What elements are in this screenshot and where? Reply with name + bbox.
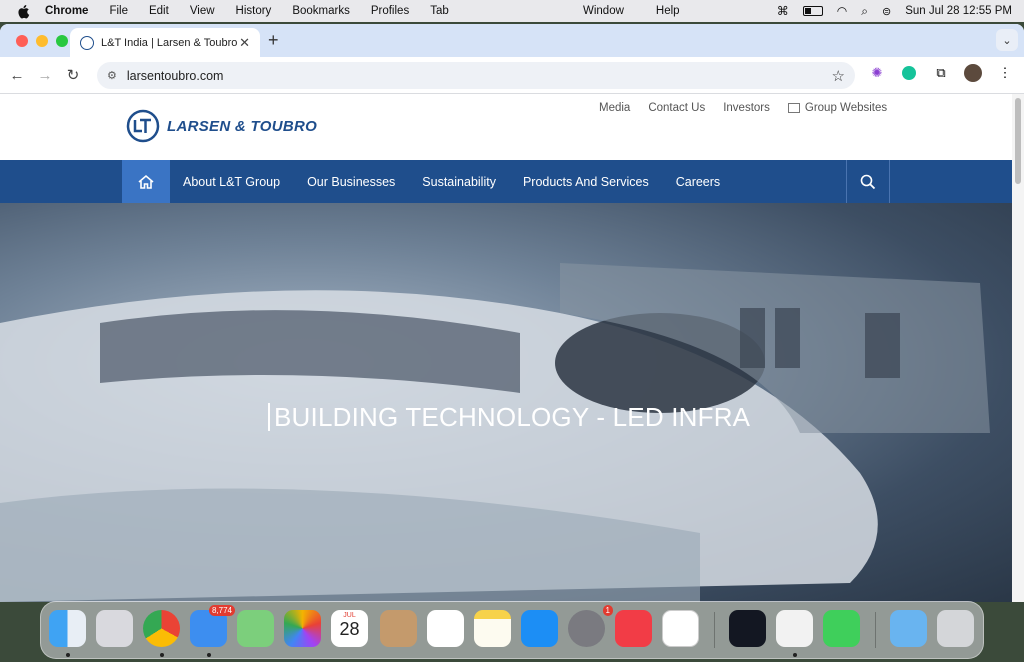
mail-badge: 8,774: [208, 605, 235, 616]
tab-title: L&T India | Larsen & Toubro: [101, 36, 238, 49]
tab-active[interactable]: L&T India | Larsen & Toubro ✕: [70, 28, 260, 57]
launchpad-icon[interactable]: [96, 610, 133, 647]
hero-title: BUILDING TECHNOLOGY - LED INFRA: [268, 403, 750, 431]
lt-logo[interactable]: LARSEN & TOUBRO: [126, 109, 317, 143]
address-bar[interactable]: ⚙ larsentoubro.com ☆: [97, 62, 855, 89]
control-center-icon[interactable]: ⊜: [882, 5, 891, 18]
running-indicator: [160, 653, 164, 657]
menubar-clock[interactable]: Sun Jul 28 12:55 PM: [905, 5, 1012, 17]
home-icon: [138, 174, 154, 189]
menu-bookmarks[interactable]: Bookmarks: [292, 5, 350, 17]
magnifier-icon: [860, 174, 876, 189]
topnav-investors-link[interactable]: Investors: [723, 102, 770, 114]
menu-app-name[interactable]: Chrome: [45, 5, 88, 17]
contacts-icon[interactable]: [380, 610, 417, 647]
dock-separator: [875, 612, 876, 648]
extensions-puzzle-icon[interactable]: ⧉: [932, 64, 950, 82]
nav-products-services[interactable]: Products And Services: [523, 175, 649, 189]
music-icon[interactable]: [615, 610, 652, 647]
system-settings-icon[interactable]: 1: [568, 605, 613, 647]
battery-icon[interactable]: [802, 6, 823, 16]
downloads-folder-icon[interactable]: [890, 610, 927, 647]
menu-bar: Chrome File Edit View History Bookmarks …: [0, 0, 1024, 22]
forward-button[interactable]: →: [31, 67, 59, 84]
app-store-icon[interactable]: [521, 610, 558, 647]
reload-button[interactable]: ↻: [59, 66, 87, 84]
menu-tab[interactable]: Tab: [430, 5, 449, 17]
main-nav: About L&T Group Our Businesses Sustainab…: [0, 160, 1012, 203]
finder-icon[interactable]: [49, 610, 86, 647]
apple-icon[interactable]: [17, 4, 31, 19]
close-tab-icon[interactable]: ✕: [239, 35, 250, 51]
calendar-day: 28: [339, 619, 360, 639]
zoom-window-button[interactable]: [56, 35, 68, 47]
chrome-icon[interactable]: [143, 610, 180, 647]
menu-file[interactable]: File: [109, 5, 128, 17]
logo-wordmark: LARSEN & TOUBRO: [167, 117, 318, 135]
running-indicator: [66, 653, 70, 657]
topnav-contact-link[interactable]: Contact Us: [648, 102, 705, 114]
macos-dock: 8,774 JUL 28 1: [40, 601, 984, 659]
back-button[interactable]: ←: [3, 67, 31, 84]
url-text[interactable]: larsentoubro.com: [127, 69, 224, 83]
list-icon: [787, 103, 800, 113]
profile-avatar[interactable]: [964, 64, 982, 82]
notes-icon[interactable]: [474, 610, 511, 647]
site-info-icon[interactable]: ⚙: [107, 69, 117, 82]
browser-toolbar: ← → ↻ ⚙ larsentoubro.com ☆ ✺ ⧉ ⋮: [0, 57, 1024, 94]
script-editor-icon[interactable]: ⌘: [777, 4, 789, 18]
bookmark-star-icon[interactable]: ☆: [832, 67, 845, 85]
maps-icon[interactable]: [237, 610, 274, 647]
web-page: Media Contact Us Investors Group Website…: [0, 94, 1012, 602]
utility-nav: Media Contact Us Investors Group Website…: [599, 102, 887, 114]
topnav-media-link[interactable]: Media: [599, 102, 630, 114]
site-favicon-icon: [80, 35, 94, 50]
close-window-button[interactable]: [16, 35, 28, 47]
window-controls: [16, 35, 68, 47]
lt-logo-icon: [126, 109, 160, 143]
nav-sustainability[interactable]: Sustainability: [422, 175, 496, 189]
site-search-button[interactable]: [846, 160, 890, 203]
chrome-menu-icon[interactable]: ⋮: [996, 64, 1014, 82]
minimize-window-button[interactable]: [36, 35, 48, 47]
settings-badge: 1: [602, 605, 613, 616]
mail-icon[interactable]: 8,774: [190, 605, 235, 647]
menu-edit[interactable]: Edit: [149, 5, 169, 17]
search-icon[interactable]: ⌕: [861, 4, 868, 19]
grammarly-icon[interactable]: [900, 64, 918, 82]
dock-separator: [714, 612, 715, 648]
menu-profiles[interactable]: Profiles: [371, 5, 409, 17]
chatgpt-icon[interactable]: [662, 610, 699, 647]
wifi-icon[interactable]: ◠: [837, 4, 847, 18]
nav-businesses[interactable]: Our Businesses: [307, 175, 395, 189]
trash-icon[interactable]: [937, 610, 974, 647]
reminders-icon[interactable]: [427, 610, 464, 647]
facetime-icon[interactable]: [823, 610, 860, 647]
tab-search-chevron-icon[interactable]: ⌄: [996, 29, 1018, 51]
photos-icon[interactable]: [284, 610, 321, 647]
home-button[interactable]: [122, 160, 170, 203]
tab-strip: L&T India | Larsen & Toubro ✕ + ⌄: [0, 24, 1024, 57]
tradingview-icon[interactable]: [729, 610, 766, 647]
running-indicator: [207, 653, 211, 657]
new-tab-button[interactable]: +: [268, 30, 279, 51]
textedit-icon[interactable]: [776, 610, 813, 647]
hero-banner: BUILDING TECHNOLOGY - LED INFRA: [0, 203, 1012, 602]
scrollbar-thumb[interactable]: [1015, 98, 1021, 184]
group-websites-label: Group Websites: [804, 102, 888, 114]
menu-history[interactable]: History: [236, 5, 272, 17]
nav-careers[interactable]: Careers: [676, 175, 720, 189]
nav-about[interactable]: About L&T Group: [183, 175, 280, 189]
page-scrollbar[interactable]: [1012, 94, 1024, 602]
extension-purple-icon[interactable]: ✺: [868, 64, 886, 82]
chrome-window: L&T India | Larsen & Toubro ✕ + ⌄ ← → ↻ …: [0, 24, 1024, 602]
calendar-month: JUL: [343, 612, 356, 619]
topnav-group-websites-link[interactable]: Group Websites: [787, 102, 888, 114]
menu-help[interactable]: Help: [656, 5, 680, 17]
menu-view[interactable]: View: [190, 5, 215, 17]
calendar-icon[interactable]: JUL 28: [331, 610, 368, 647]
menu-window[interactable]: Window: [583, 5, 624, 17]
running-indicator: [793, 653, 797, 657]
